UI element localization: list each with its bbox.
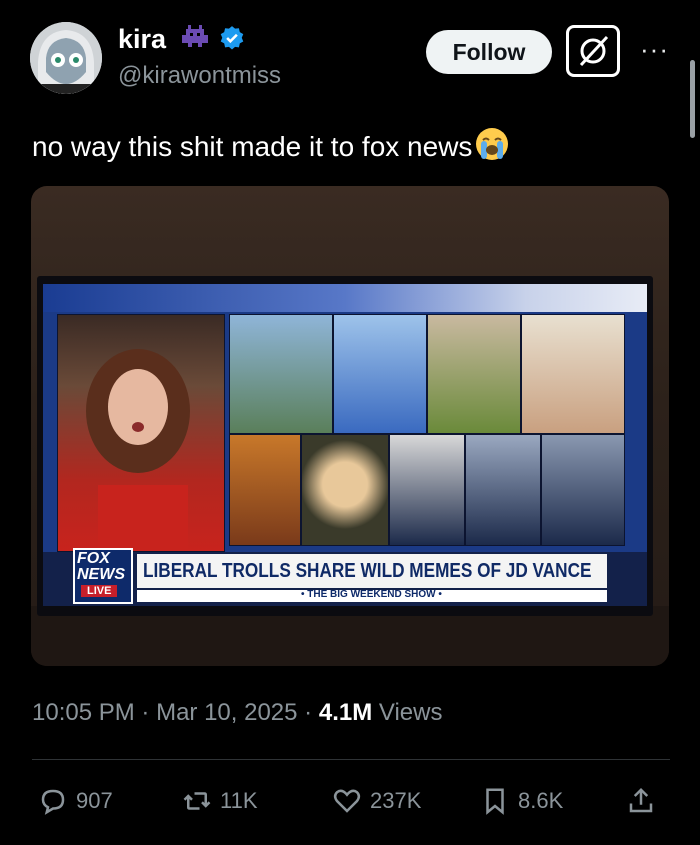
author-handle[interactable]: @kirawontmiss — [118, 62, 281, 90]
meme-image — [521, 314, 625, 434]
repost-count: 11K — [220, 788, 258, 813]
tweet-timestamp[interactable]: 10:05 PM · Mar 10, 2025 · 4.1M Views — [32, 699, 442, 727]
live-badge: LIVE — [81, 585, 118, 597]
bookmark-button[interactable]: 8.6K — [480, 786, 563, 816]
like-button[interactable]: 237K — [332, 786, 421, 816]
scrollbar[interactable] — [690, 60, 695, 138]
avatar[interactable] — [30, 22, 102, 94]
chyron-headline: LIBERAL TROLLS SHARE WILD MEMES OF JD VA… — [143, 560, 592, 582]
bookmark-icon — [486, 788, 504, 815]
show-name: • THE BIG WEEKEND SHOW • — [301, 589, 442, 600]
tweet-text: no way this shit made it to fox news — [32, 126, 510, 163]
bookmark-count: 8.6K — [518, 788, 564, 813]
repost-icon — [183, 792, 211, 810]
meme-image — [229, 434, 301, 546]
meme-image — [427, 314, 521, 434]
loudly-crying-face-emoji — [476, 128, 509, 160]
meme-image — [465, 434, 541, 546]
divider — [32, 759, 670, 760]
tweet-media-photo[interactable]: LIBERAL TROLLS SHARE WILD MEMES OF JD VA… — [31, 186, 669, 666]
like-count: 237K — [370, 788, 422, 813]
share-icon — [629, 787, 653, 813]
anchor-image — [57, 314, 225, 552]
reply-icon — [41, 789, 65, 815]
meme-image — [541, 434, 625, 546]
alien-monster-emoji — [181, 25, 208, 47]
meme-image — [301, 434, 389, 546]
tv-screen: LIBERAL TROLLS SHARE WILD MEMES OF JD VA… — [43, 284, 647, 606]
author-display-name[interactable]: kira — [118, 24, 245, 55]
more-icon[interactable]: ··· — [640, 34, 669, 65]
reply-count: 907 — [76, 788, 113, 813]
views-count: 4.1M — [318, 699, 373, 726]
meme-image — [333, 314, 427, 434]
repost-button[interactable]: 11K — [182, 786, 258, 816]
news-logo-text: NEWS — [77, 566, 125, 583]
share-button[interactable] — [626, 786, 656, 816]
meme-image — [229, 314, 333, 434]
screen-backdrop — [43, 284, 647, 312]
verified-badge-icon — [220, 26, 244, 50]
meme-image — [389, 434, 465, 546]
heart-icon — [333, 789, 361, 813]
follow-button[interactable]: Follow — [426, 30, 552, 74]
grok-icon[interactable] — [566, 25, 620, 77]
reply-button[interactable]: 907 — [38, 786, 113, 816]
views-label: Views — [378, 699, 443, 726]
